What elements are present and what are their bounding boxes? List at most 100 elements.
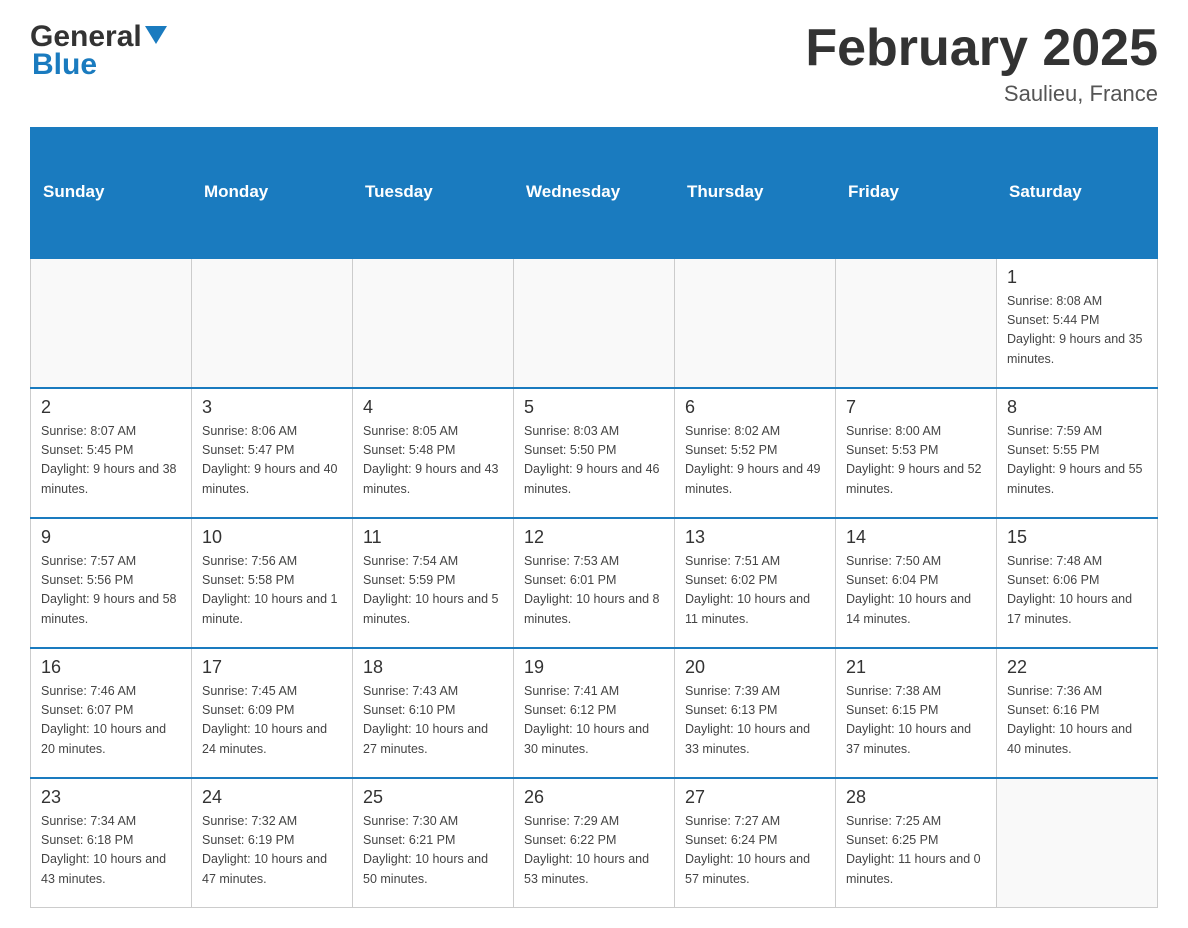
day-info: Sunrise: 8:00 AMSunset: 5:53 PMDaylight:… xyxy=(846,422,986,500)
day-number: 6 xyxy=(685,397,825,418)
day-number: 23 xyxy=(41,787,181,808)
calendar-cell: 12 Sunrise: 7:53 AMSunset: 6:01 PMDayligh… xyxy=(514,518,675,648)
calendar-cell: 17 Sunrise: 7:45 AMSunset: 6:09 PMDayligh… xyxy=(192,648,353,778)
calendar-week-1: 1Sunrise: 8:08 AMSunset: 5:44 PMDaylight… xyxy=(31,258,1158,388)
calendar-cell: 28 Sunrise: 7:25 AMSunset: 6:25 PMDayligh… xyxy=(836,778,997,908)
calendar-table: SundayMondayTuesdayWednesdayThursdayFrid… xyxy=(30,127,1158,908)
day-info: Sunrise: 7:41 AMSunset: 6:12 PMDaylight:… xyxy=(524,682,664,760)
calendar-cell: 3 Sunrise: 8:06 AMSunset: 5:47 PMDaylight… xyxy=(192,388,353,518)
day-number: 16 xyxy=(41,657,181,678)
day-number: 7 xyxy=(846,397,986,418)
calendar-cell: 5 Sunrise: 8:03 AMSunset: 5:50 PMDaylight… xyxy=(514,388,675,518)
calendar-cell: 27 Sunrise: 7:27 AMSunset: 6:24 PMDayligh… xyxy=(675,778,836,908)
day-info: Sunrise: 7:27 AMSunset: 6:24 PMDaylight:… xyxy=(685,812,825,890)
day-info: Sunrise: 7:30 AMSunset: 6:21 PMDaylight:… xyxy=(363,812,503,890)
day-info: Sunrise: 7:51 AMSunset: 6:02 PMDaylight:… xyxy=(685,552,825,630)
day-number: 10 xyxy=(202,527,342,548)
day-info: Sunrise: 7:38 AMSunset: 6:15 PMDaylight:… xyxy=(846,682,986,760)
day-number: 2 xyxy=(41,397,181,418)
calendar-cell xyxy=(31,258,192,388)
calendar-cell: 25 Sunrise: 7:30 AMSunset: 6:21 PMDayligh… xyxy=(353,778,514,908)
weekday-header-monday: Monday xyxy=(192,128,353,258)
calendar-week-5: 23 Sunrise: 7:34 AMSunset: 6:18 PMDayligh… xyxy=(31,778,1158,908)
calendar-cell: 4 Sunrise: 8:05 AMSunset: 5:48 PMDaylight… xyxy=(353,388,514,518)
day-info: Sunrise: 7:25 AMSunset: 6:25 PMDaylight:… xyxy=(846,812,986,890)
day-number: 25 xyxy=(363,787,503,808)
calendar-cell: 2 Sunrise: 8:07 AMSunset: 5:45 PMDaylight… xyxy=(31,388,192,518)
day-info: Sunrise: 8:02 AMSunset: 5:52 PMDaylight:… xyxy=(685,422,825,500)
logo: General Blue xyxy=(30,20,167,82)
calendar-cell: 19 Sunrise: 7:41 AMSunset: 6:12 PMDayligh… xyxy=(514,648,675,778)
day-number: 18 xyxy=(363,657,503,678)
calendar-cell: 8Sunrise: 7:59 AMSunset: 5:55 PMDaylight… xyxy=(997,388,1158,518)
day-number: 14 xyxy=(846,527,986,548)
calendar-cell: 15 Sunrise: 7:48 AMSunset: 6:06 PMDayligh… xyxy=(997,518,1158,648)
day-info: Sunrise: 7:56 AMSunset: 5:58 PMDaylight:… xyxy=(202,552,342,630)
month-title: February 2025 xyxy=(805,20,1158,77)
day-info: Sunrise: 7:29 AMSunset: 6:22 PMDaylight:… xyxy=(524,812,664,890)
location: Saulieu, France xyxy=(805,81,1158,107)
calendar-cell: 6 Sunrise: 8:02 AMSunset: 5:52 PMDaylight… xyxy=(675,388,836,518)
calendar-cell: 23 Sunrise: 7:34 AMSunset: 6:18 PMDayligh… xyxy=(31,778,192,908)
weekday-header-saturday: Saturday xyxy=(997,128,1158,258)
calendar-cell: 7 Sunrise: 8:00 AMSunset: 5:53 PMDaylight… xyxy=(836,388,997,518)
calendar-cell: 24 Sunrise: 7:32 AMSunset: 6:19 PMDayligh… xyxy=(192,778,353,908)
day-number: 12 xyxy=(524,527,664,548)
calendar-cell: 22Sunrise: 7:36 AMSunset: 6:16 PMDayligh… xyxy=(997,648,1158,778)
day-number: 8 xyxy=(1007,397,1147,418)
calendar-cell: 11Sunrise: 7:54 AMSunset: 5:59 PMDayligh… xyxy=(353,518,514,648)
calendar-cell: 18 Sunrise: 7:43 AMSunset: 6:10 PMDayligh… xyxy=(353,648,514,778)
calendar-cell: 14 Sunrise: 7:50 AMSunset: 6:04 PMDayligh… xyxy=(836,518,997,648)
calendar-week-2: 2 Sunrise: 8:07 AMSunset: 5:45 PMDaylight… xyxy=(31,388,1158,518)
day-number: 13 xyxy=(685,527,825,548)
day-number: 3 xyxy=(202,397,342,418)
day-info: Sunrise: 8:06 AMSunset: 5:47 PMDaylight:… xyxy=(202,422,342,500)
calendar-cell: 26 Sunrise: 7:29 AMSunset: 6:22 PMDayligh… xyxy=(514,778,675,908)
day-info: Sunrise: 7:50 AMSunset: 6:04 PMDaylight:… xyxy=(846,552,986,630)
day-number: 27 xyxy=(685,787,825,808)
calendar-week-4: 16 Sunrise: 7:46 AMSunset: 6:07 PMDayligh… xyxy=(31,648,1158,778)
logo-triangle-icon xyxy=(145,26,167,44)
calendar-cell xyxy=(353,258,514,388)
day-number: 20 xyxy=(685,657,825,678)
day-info: Sunrise: 7:48 AMSunset: 6:06 PMDaylight:… xyxy=(1007,552,1147,630)
day-info: Sunrise: 7:53 AMSunset: 6:01 PMDaylight:… xyxy=(524,552,664,630)
title-section: February 2025 Saulieu, France xyxy=(805,20,1158,107)
calendar-cell xyxy=(675,258,836,388)
weekday-header-tuesday: Tuesday xyxy=(353,128,514,258)
day-number: 26 xyxy=(524,787,664,808)
day-info: Sunrise: 7:45 AMSunset: 6:09 PMDaylight:… xyxy=(202,682,342,760)
weekday-header-thursday: Thursday xyxy=(675,128,836,258)
day-info: Sunrise: 7:34 AMSunset: 6:18 PMDaylight:… xyxy=(41,812,181,890)
weekday-header-sunday: Sunday xyxy=(31,128,192,258)
calendar-cell: 13 Sunrise: 7:51 AMSunset: 6:02 PMDayligh… xyxy=(675,518,836,648)
day-info: Sunrise: 8:05 AMSunset: 5:48 PMDaylight:… xyxy=(363,422,503,500)
day-number: 4 xyxy=(363,397,503,418)
day-info: Sunrise: 8:07 AMSunset: 5:45 PMDaylight:… xyxy=(41,422,181,500)
day-number: 15 xyxy=(1007,527,1147,548)
calendar-cell: 10 Sunrise: 7:56 AMSunset: 5:58 PMDayligh… xyxy=(192,518,353,648)
calendar-cell xyxy=(836,258,997,388)
day-info: Sunrise: 8:03 AMSunset: 5:50 PMDaylight:… xyxy=(524,422,664,500)
weekday-header-friday: Friday xyxy=(836,128,997,258)
day-info: Sunrise: 7:43 AMSunset: 6:10 PMDaylight:… xyxy=(363,682,503,760)
day-info: Sunrise: 7:46 AMSunset: 6:07 PMDaylight:… xyxy=(41,682,181,760)
day-number: 17 xyxy=(202,657,342,678)
calendar-week-3: 9Sunrise: 7:57 AMSunset: 5:56 PMDaylight… xyxy=(31,518,1158,648)
calendar-cell: 16 Sunrise: 7:46 AMSunset: 6:07 PMDayligh… xyxy=(31,648,192,778)
calendar-cell xyxy=(514,258,675,388)
day-number: 19 xyxy=(524,657,664,678)
calendar-cell xyxy=(192,258,353,388)
day-number: 28 xyxy=(846,787,986,808)
day-info: Sunrise: 7:39 AMSunset: 6:13 PMDaylight:… xyxy=(685,682,825,760)
calendar-cell: 20 Sunrise: 7:39 AMSunset: 6:13 PMDayligh… xyxy=(675,648,836,778)
calendar-cell xyxy=(997,778,1158,908)
weekday-header-row: SundayMondayTuesdayWednesdayThursdayFrid… xyxy=(31,128,1158,258)
calendar-cell: 1Sunrise: 8:08 AMSunset: 5:44 PMDaylight… xyxy=(997,258,1158,388)
day-info: Sunrise: 7:54 AMSunset: 5:59 PMDaylight:… xyxy=(363,552,503,630)
day-number: 5 xyxy=(524,397,664,418)
day-number: 22 xyxy=(1007,657,1147,678)
day-info: Sunrise: 8:08 AMSunset: 5:44 PMDaylight:… xyxy=(1007,292,1147,370)
day-info: Sunrise: 7:32 AMSunset: 6:19 PMDaylight:… xyxy=(202,812,342,890)
day-number: 24 xyxy=(202,787,342,808)
